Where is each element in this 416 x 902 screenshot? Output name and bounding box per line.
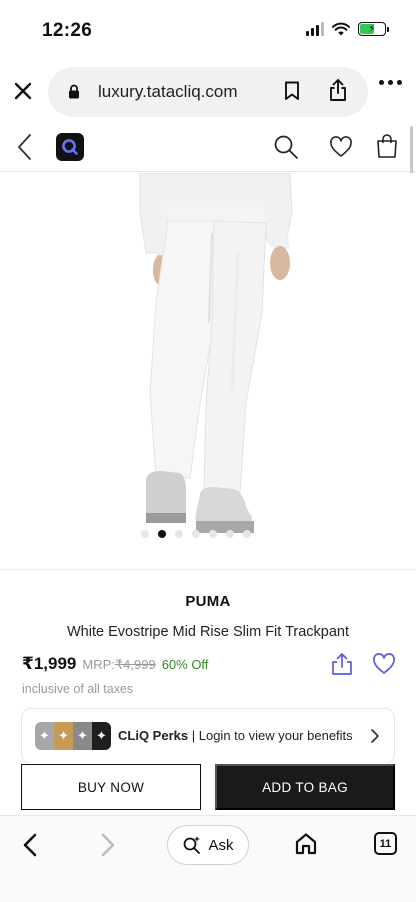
carousel-dot[interactable] [209, 530, 217, 538]
perks-badge-icon: ✦ ✦ ✦ ✦ [35, 722, 111, 750]
ask-label: Ask [208, 836, 234, 854]
home-icon[interactable] [294, 832, 318, 856]
status-icons: ⚡ [306, 22, 389, 36]
chevron-left-icon[interactable] [14, 132, 36, 162]
perks-badge-star: ✦ [73, 722, 92, 750]
search-icon[interactable] [273, 134, 299, 160]
product-title: White Evostripe Mid Rise Slim Fit Trackp… [66, 624, 350, 640]
carousel-dot[interactable] [141, 530, 149, 538]
mrp-value: ₹4,999 [114, 657, 156, 672]
battery-icon: ⚡ [358, 22, 389, 36]
browser-toolbar: luxury.tatacliq.com [0, 60, 416, 124]
cta-row: BUY NOW ADD TO BAG [0, 763, 416, 815]
heart-icon[interactable] [372, 653, 396, 675]
carousel-dot-active[interactable] [158, 530, 166, 538]
carousel-dot[interactable] [243, 530, 251, 538]
address-bar[interactable]: luxury.tatacliq.com [48, 67, 368, 117]
url-text[interactable]: luxury.tatacliq.com [98, 82, 238, 102]
perks-separator: | [191, 728, 196, 743]
product-brand[interactable]: PUMA [0, 593, 416, 610]
product-image[interactable] [0, 173, 416, 570]
cellular-signal-icon [306, 22, 324, 36]
wifi-icon [332, 22, 350, 36]
carousel-dot[interactable] [226, 530, 234, 538]
chevron-right-icon [371, 729, 379, 743]
status-time: 12:26 [42, 20, 93, 41]
cliq-perks-card[interactable]: ✦ ✦ ✦ ✦ CLiQ Perks | Login to view your … [21, 708, 395, 764]
buy-now-button[interactable]: BUY NOW [21, 764, 201, 810]
tax-note: inclusive of all taxes [22, 682, 134, 696]
image-carousel-dots [141, 530, 251, 538]
perks-badge-star: ✦ [92, 722, 111, 750]
perks-badge-star: ✦ [54, 722, 73, 750]
carousel-dot[interactable] [175, 530, 183, 538]
discount-badge: 60% Off [161, 657, 209, 672]
perks-title: CLiQ Perks [118, 728, 189, 743]
share-icon[interactable] [328, 78, 348, 102]
price-row: ₹1,999 MRP:₹4,999 60% Off [22, 654, 208, 674]
bookmark-icon[interactable] [284, 81, 300, 101]
status-bar: 12:26 ⚡ [0, 0, 416, 60]
ask-button[interactable]: Ask [167, 825, 249, 865]
close-icon[interactable] [10, 78, 36, 104]
site-logo[interactable] [56, 133, 84, 161]
more-icon[interactable] [379, 80, 402, 85]
share-icon[interactable] [330, 652, 354, 676]
add-to-bag-button[interactable]: ADD TO BAG [215, 764, 395, 810]
browser-bottom-bar: Ask 11 [0, 815, 416, 902]
logo-q-icon [62, 139, 78, 155]
mrp-prefix: MRP: [82, 657, 115, 672]
perks-subtitle: Login to view your benefits [198, 728, 353, 743]
perks-badge-star: ✦ [35, 722, 54, 750]
back-arrow-icon[interactable] [20, 832, 40, 858]
heart-icon[interactable] [329, 136, 353, 158]
tabs-icon[interactable]: 11 [374, 832, 397, 855]
sparkle-search-icon [184, 836, 201, 854]
lock-icon [69, 84, 79, 99]
shopping-bag-icon[interactable] [375, 133, 399, 159]
product-price: ₹1,999 [22, 654, 77, 673]
site-header [0, 124, 416, 172]
perks-text: CLiQ Perks | Login to view your benefits [118, 728, 353, 743]
trackpant-photo [139, 173, 293, 533]
forward-arrow-icon[interactable] [98, 832, 118, 858]
carousel-dot[interactable] [192, 530, 200, 538]
mrp-label: MRP:₹4,999 [82, 657, 155, 673]
